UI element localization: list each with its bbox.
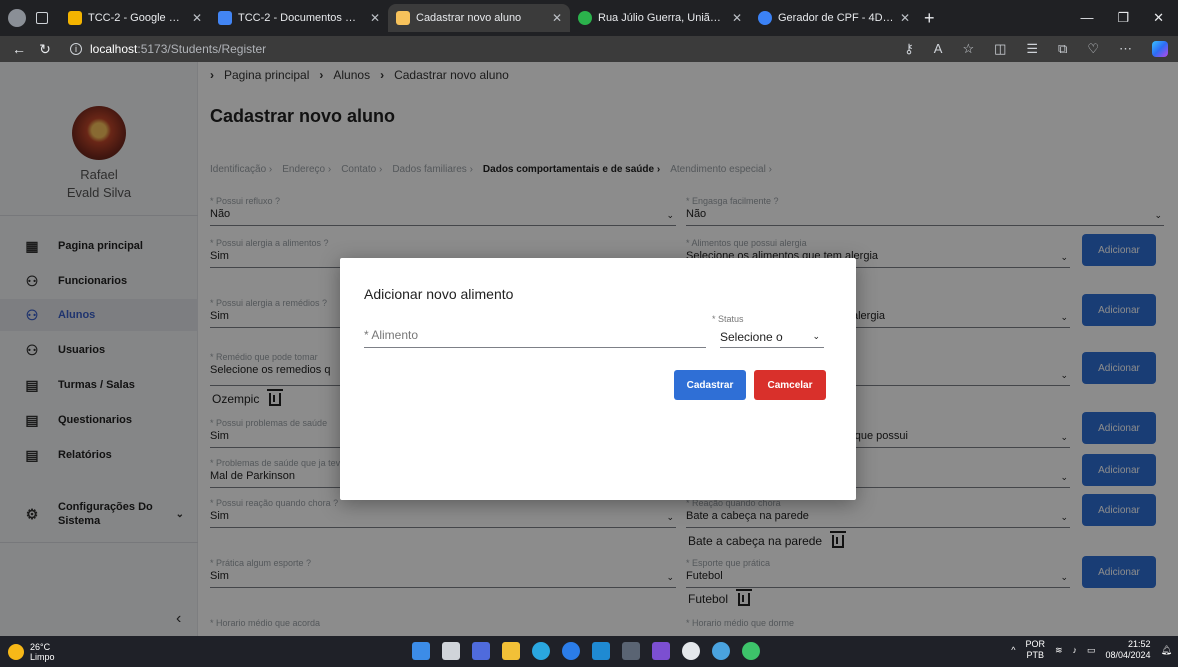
task-view-icon[interactable]: [442, 642, 460, 660]
site-info-icon[interactable]: i: [70, 43, 82, 55]
docs-icon: [218, 11, 232, 25]
system-tray: ^ POR PTB ≋ ♪ ▭ 21:52 08/04/2024 🔔︎: [1011, 639, 1172, 661]
temperature: 26°C: [30, 641, 51, 652]
whatsapp-icon[interactable]: [742, 642, 760, 660]
favorites-icon[interactable]: ☰: [1026, 41, 1038, 57]
close-icon[interactable]: ✕: [192, 11, 202, 25]
tab-4devs[interactable]: Gerador de CPF - 4Devs ✕: [750, 4, 918, 32]
copilot-icon[interactable]: [1152, 41, 1168, 57]
weather-widget[interactable]: 26°C Limpo: [0, 642, 55, 662]
tab-google-docs[interactable]: TCC-2 - Documentos Google ✕: [210, 4, 388, 32]
widgets-icon[interactable]: [472, 642, 490, 660]
favorite-star-icon[interactable]: ☆: [962, 41, 974, 57]
close-icon[interactable]: ✕: [552, 11, 562, 25]
close-icon[interactable]: ✕: [732, 11, 742, 25]
maps-icon: [578, 11, 592, 25]
tab-google-drive[interactable]: TCC-2 - Google Drive ✕: [60, 4, 210, 32]
language-indicator[interactable]: POR PTB: [1025, 639, 1045, 661]
browser-toolbar-icons: ⚷ A ☆ ◫ ☰ ⧉ ♡ ⋯: [904, 41, 1178, 57]
volume-icon[interactable]: ♪: [1073, 645, 1078, 656]
tab-actions-icon[interactable]: [36, 12, 48, 24]
dialog-title: Adicionar novo alimento: [364, 286, 514, 302]
wifi-icon[interactable]: ≋: [1055, 645, 1063, 656]
4devs-icon: [758, 11, 772, 25]
terminal-icon[interactable]: [622, 642, 640, 660]
tab-maps[interactable]: Rua Júlio Guerra, União, Ji-Paraná ✕: [570, 4, 750, 32]
vite-icon: [396, 11, 410, 25]
tab-title: Rua Júlio Guerra, União, Ji-Paraná: [598, 12, 726, 24]
minimize-icon[interactable]: —: [1080, 10, 1093, 26]
battery-icon[interactable]: ▭: [1087, 645, 1096, 656]
app: Rafael Evald Silva ▦ Pagina principal ⚇ …: [0, 62, 1178, 636]
refresh-icon[interactable]: ↻: [32, 41, 58, 58]
github-icon[interactable]: [682, 642, 700, 660]
collections-icon[interactable]: ⧉: [1058, 41, 1067, 57]
edge-dev-icon[interactable]: [562, 642, 580, 660]
cancel-button[interactable]: Camcelar: [754, 370, 826, 400]
split-screen-icon[interactable]: ◫: [994, 41, 1006, 57]
chrome-dev-icon[interactable]: [712, 642, 730, 660]
tab-title: TCC-2 - Documentos Google: [238, 12, 364, 24]
keyboard-layout: PTB: [1026, 650, 1044, 660]
sun-icon: [8, 643, 24, 660]
close-icon[interactable]: ✕: [370, 11, 380, 25]
status-select[interactable]: Selecione o ⌄: [720, 326, 824, 348]
profile-icon[interactable]: [8, 9, 26, 27]
browser-left-controls: [0, 9, 60, 27]
language-code: POR: [1025, 639, 1045, 649]
url-host: localhost: [90, 42, 138, 56]
window-controls: — ❐ ✕: [1080, 10, 1178, 26]
weather-condition: Limpo: [30, 651, 55, 662]
food-input[interactable]: [364, 328, 706, 342]
restore-icon[interactable]: ❐: [1117, 10, 1129, 26]
key-icon[interactable]: ⚷: [904, 41, 914, 57]
read-aloud-icon[interactable]: A: [934, 41, 943, 57]
address-bar: ← ↻ i localhost:5173/Students/Register ⚷…: [0, 36, 1178, 62]
cadastrar-button[interactable]: Cadastrar: [674, 370, 746, 400]
visual-studio-icon[interactable]: [652, 642, 670, 660]
tab-cadastrar-aluno[interactable]: Cadastrar novo aluno ✕: [388, 4, 570, 32]
notification-bell-icon[interactable]: 🔔︎: [1161, 645, 1172, 656]
windows-taskbar: 26°C Limpo ^ POR PTB ≋ ♪ ▭ 21:52 08/04/2…: [0, 636, 1178, 667]
drive-icon: [68, 11, 82, 25]
taskbar-apps: [412, 642, 760, 660]
chevron-up-icon[interactable]: ^: [1011, 645, 1015, 656]
tab-title: Gerador de CPF - 4Devs: [778, 12, 894, 24]
status-value: Selecione o: [720, 329, 783, 344]
tab-title: TCC-2 - Google Drive: [88, 12, 186, 24]
browser-tab-bar: TCC-2 - Google Drive ✕ TCC-2 - Documento…: [0, 0, 1178, 36]
file-explorer-icon[interactable]: [502, 642, 520, 660]
status-label: * Status: [712, 314, 744, 324]
tab-title: Cadastrar novo aluno: [416, 12, 522, 24]
clock[interactable]: 21:52 08/04/2024: [1106, 639, 1151, 661]
chevron-down-icon: ⌄: [812, 331, 820, 341]
extensions-icon[interactable]: ♡: [1087, 41, 1099, 57]
new-tab-icon[interactable]: +: [924, 8, 935, 29]
start-icon[interactable]: [412, 642, 430, 660]
edge-icon[interactable]: [532, 642, 550, 660]
food-input-wrapper: [364, 326, 706, 348]
time: 21:52: [1128, 639, 1151, 649]
back-icon[interactable]: ←: [6, 41, 32, 57]
add-food-dialog: Adicionar novo alimento * Status Selecio…: [340, 258, 856, 500]
url-field[interactable]: i localhost:5173/Students/Register: [70, 42, 266, 56]
close-window-icon[interactable]: ✕: [1153, 10, 1164, 26]
more-icon[interactable]: ⋯: [1119, 41, 1132, 57]
url-path: :5173/Students/Register: [137, 42, 267, 56]
close-icon[interactable]: ✕: [900, 11, 910, 25]
date: 08/04/2024: [1105, 650, 1151, 660]
vscode-icon[interactable]: [592, 642, 610, 660]
